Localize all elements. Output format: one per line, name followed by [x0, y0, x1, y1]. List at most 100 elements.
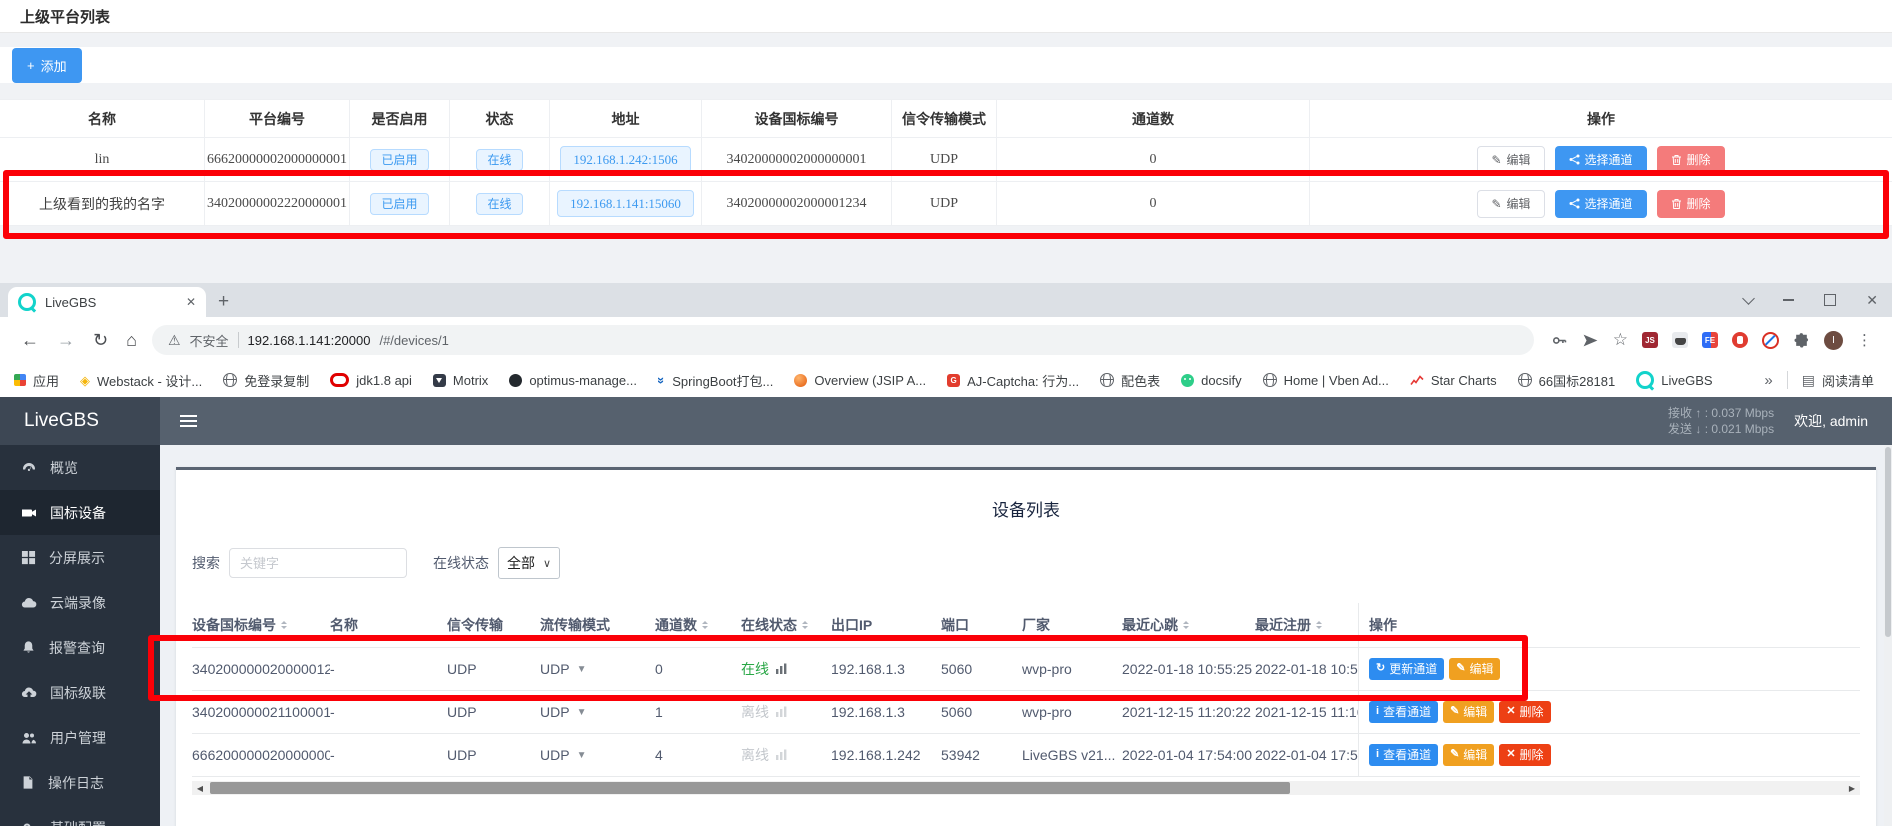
scrollbar-thumb[interactable] — [210, 782, 1290, 794]
fe-extension-icon[interactable]: FE — [1702, 332, 1718, 348]
scrollbar-thumb[interactable] — [1885, 447, 1891, 637]
bookmark-aj-captcha[interactable]: GAJ-Captcha: 行为... — [947, 371, 1079, 390]
delete-platform-button[interactable]: 删除 — [1657, 190, 1725, 218]
online-status-select[interactable]: 全部 ∨ — [498, 547, 560, 579]
send-icon[interactable] — [1582, 332, 1599, 349]
js-extension-icon[interactable]: JS — [1642, 332, 1658, 348]
bookmark-jdk-api[interactable]: jdk1.8 api — [330, 373, 412, 388]
tab-close-icon[interactable]: ✕ — [186, 295, 196, 309]
delete-device-button[interactable]: ✕ 删除 — [1499, 744, 1550, 766]
bookmark-webstack[interactable]: ◈Webstack - 设计... — [80, 371, 202, 390]
delete-device-button[interactable]: ✕ 删除 — [1499, 701, 1550, 723]
hamburger-menu-icon[interactable] — [180, 415, 197, 427]
bookmark-motrix[interactable]: Motrix — [433, 373, 488, 388]
info-icon: i — [1376, 748, 1379, 761]
sidebar-item-alarm-query[interactable]: 报警查询 — [0, 625, 160, 670]
update-channels-button[interactable]: ↻ 更新通道 — [1369, 658, 1444, 680]
edit-device-button[interactable]: ✎ 编辑 — [1443, 744, 1494, 766]
puzzle-extensions-icon[interactable] — [1793, 332, 1810, 349]
cell-gb-id: 34020000002000000001 — [702, 138, 892, 182]
select-channel-button[interactable]: 选择通道 — [1555, 190, 1647, 218]
cell-vendor: wvp-pro — [1022, 704, 1122, 720]
stream-mode-dropdown[interactable]: UDP ▼ — [540, 747, 586, 763]
blocker-extension-icon[interactable] — [1762, 332, 1779, 349]
back-icon[interactable]: ← — [21, 330, 39, 351]
maximize-icon[interactable] — [1824, 294, 1836, 306]
sidebar-item-cloud-recording[interactable]: 云端录像 — [0, 580, 160, 625]
globe-icon — [1263, 373, 1277, 387]
bitrate-chart-icon[interactable] — [776, 663, 788, 675]
bookmark-apps[interactable]: 应用 — [14, 371, 59, 390]
welcome-user[interactable]: 欢迎, admin — [1794, 411, 1868, 431]
browser-menu-icon[interactable]: ⋮ — [1857, 331, 1873, 349]
address-badge: 192.168.1.141:15060 — [557, 190, 694, 217]
view-channels-button[interactable]: i 查看通道 — [1369, 744, 1438, 766]
forward-icon[interactable]: → — [57, 330, 75, 351]
app-logo[interactable]: LiveGBS — [0, 397, 160, 445]
select-channel-button[interactable]: 选择通道 — [1555, 146, 1647, 174]
col-header-heartbeat[interactable]: 最近心跳 — [1122, 615, 1255, 635]
edit-platform-button[interactable]: ✎ 编辑 — [1477, 190, 1544, 218]
col-header-device-gb-id[interactable]: 设备国标编号 — [192, 615, 330, 635]
bookmark-vben[interactable]: Home | Vben Ad... — [1263, 373, 1389, 388]
status-badge: 在线 — [476, 149, 522, 171]
bookmark-docsify[interactable]: docsify — [1181, 373, 1241, 388]
browser-tab-livegbs[interactable]: LiveGBS ✕ — [8, 287, 206, 317]
reload-icon[interactable]: ↻ — [93, 330, 108, 351]
adblock-hand-extension-icon[interactable] — [1732, 332, 1748, 348]
key-icon[interactable] — [1551, 332, 1568, 349]
edit-platform-button[interactable]: ✎ 编辑 — [1477, 146, 1544, 174]
add-platform-button[interactable]: + 添加 — [12, 48, 82, 83]
bookmark-gb28181[interactable]: 66国标28181 — [1518, 371, 1616, 390]
bookmark-star-icon[interactable]: ☆ — [1613, 330, 1628, 350]
search-input[interactable] — [229, 548, 407, 578]
sidebar-item-split-screen[interactable]: 分屏展示 — [0, 535, 160, 580]
col-header-channels[interactable]: 通道数 — [655, 615, 741, 635]
bookmark-optimus[interactable]: optimus-manage... — [509, 373, 637, 388]
delete-platform-button[interactable]: 删除 — [1657, 146, 1725, 174]
sidebar-item-user-management[interactable]: 用户管理 — [0, 715, 160, 760]
sidebar-item-gb-cascade[interactable]: 国标级联 — [0, 670, 160, 715]
col-header-online-status[interactable]: 在线状态 — [741, 615, 831, 635]
bookmarks-overflow-icon[interactable]: » — [1764, 372, 1772, 389]
cloud-upload-icon — [21, 685, 37, 701]
chevron-down-icon[interactable] — [1742, 292, 1755, 305]
scroll-right-arrow[interactable]: ▶ — [1844, 781, 1860, 795]
col-header-registered[interactable]: 最近注册 — [1255, 615, 1358, 635]
bookmark-color-table[interactable]: 配色表 — [1100, 371, 1160, 390]
vertical-scrollbar[interactable] — [1884, 445, 1892, 826]
plus-icon: + — [27, 58, 35, 73]
sidebar-item-gb-devices[interactable]: 国标设备 — [0, 490, 160, 535]
close-icon[interactable]: ✕ — [1866, 292, 1878, 309]
orange-ball-icon — [794, 374, 807, 387]
edit-device-button[interactable]: ✎ 编辑 — [1443, 701, 1494, 723]
new-tab-button[interactable]: + — [218, 291, 229, 313]
reading-list-button[interactable]: ▤ 阅读清单 — [1802, 371, 1874, 390]
stream-mode-dropdown[interactable]: UDP ▼ — [540, 704, 586, 720]
profile-avatar[interactable]: I — [1824, 331, 1843, 350]
sidebar-item-overview[interactable]: 概览 — [0, 445, 160, 490]
bookmark-jsip-overview[interactable]: Overview (JSIP A... — [794, 373, 926, 388]
horizontal-scrollbar[interactable]: ◀ ▶ — [192, 781, 1860, 795]
sidebar-item-basic-config[interactable]: 基础配置 — [0, 805, 160, 826]
bookmark-copy-free[interactable]: 免登录复制 — [223, 371, 309, 390]
home-icon[interactable]: ⌂ — [126, 330, 137, 351]
cell-egress-ip: 192.168.1.3 — [831, 661, 941, 677]
view-channels-button[interactable]: i 查看通道 — [1369, 701, 1438, 723]
bookmark-springboot[interactable]: »SpringBoot打包... — [658, 371, 773, 390]
platform-table: 名称 平台编号 是否启用 状态 地址 设备国标编号 信令传输模式 通道数 操作 … — [0, 99, 1892, 226]
cell-actions: i 查看通道 ✎ 编辑 ✕ 删除 — [1358, 691, 1860, 733]
stream-mode-dropdown[interactable]: UDP ▼ — [540, 661, 586, 677]
incognito-extension-icon[interactable] — [1672, 332, 1688, 348]
bookmark-livegbs[interactable]: LiveGBS — [1636, 371, 1712, 389]
scroll-left-arrow[interactable]: ◀ — [192, 781, 208, 795]
address-bar[interactable]: ⚠ 不安全 192.168.1.141:20000 /#/devices/1 — [152, 325, 1534, 355]
browser-window: LiveGBS ✕ + ✕ ← → ↻ ⌂ ⚠ 不安全 192.168.1.14… — [0, 283, 1892, 826]
bookmark-star-charts[interactable]: Star Charts — [1410, 373, 1497, 388]
minimize-icon[interactable] — [1783, 299, 1794, 301]
cell-name: - — [330, 704, 447, 720]
edit-device-button[interactable]: ✎ 编辑 — [1449, 658, 1500, 680]
cell-signal-mode: UDP — [892, 182, 997, 226]
sidebar-item-operation-log[interactable]: 操作日志 — [0, 760, 160, 805]
tab-title: LiveGBS — [45, 295, 177, 310]
